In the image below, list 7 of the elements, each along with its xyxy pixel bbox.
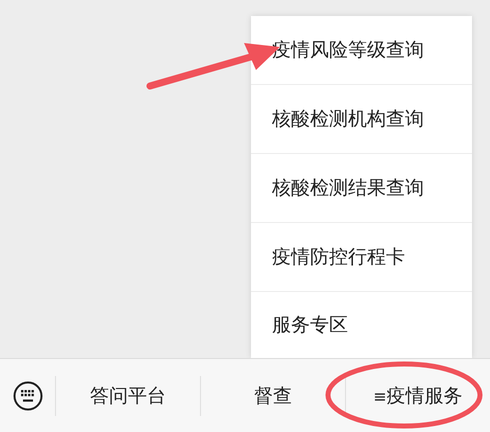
menu-item[interactable]: 核酸检测机构查询 xyxy=(251,85,472,154)
menu-item[interactable]: 核酸检测结果查询 xyxy=(251,154,472,223)
menu-item[interactable]: 疫情防控行程卡 xyxy=(251,223,472,292)
menu-tab[interactable]: 答问平台 xyxy=(84,378,172,412)
menu-item[interactable]: 服务专区 xyxy=(251,292,472,358)
menu-tab[interactable]: 督查 xyxy=(248,378,298,412)
keyboard-icon[interactable] xyxy=(12,380,42,410)
